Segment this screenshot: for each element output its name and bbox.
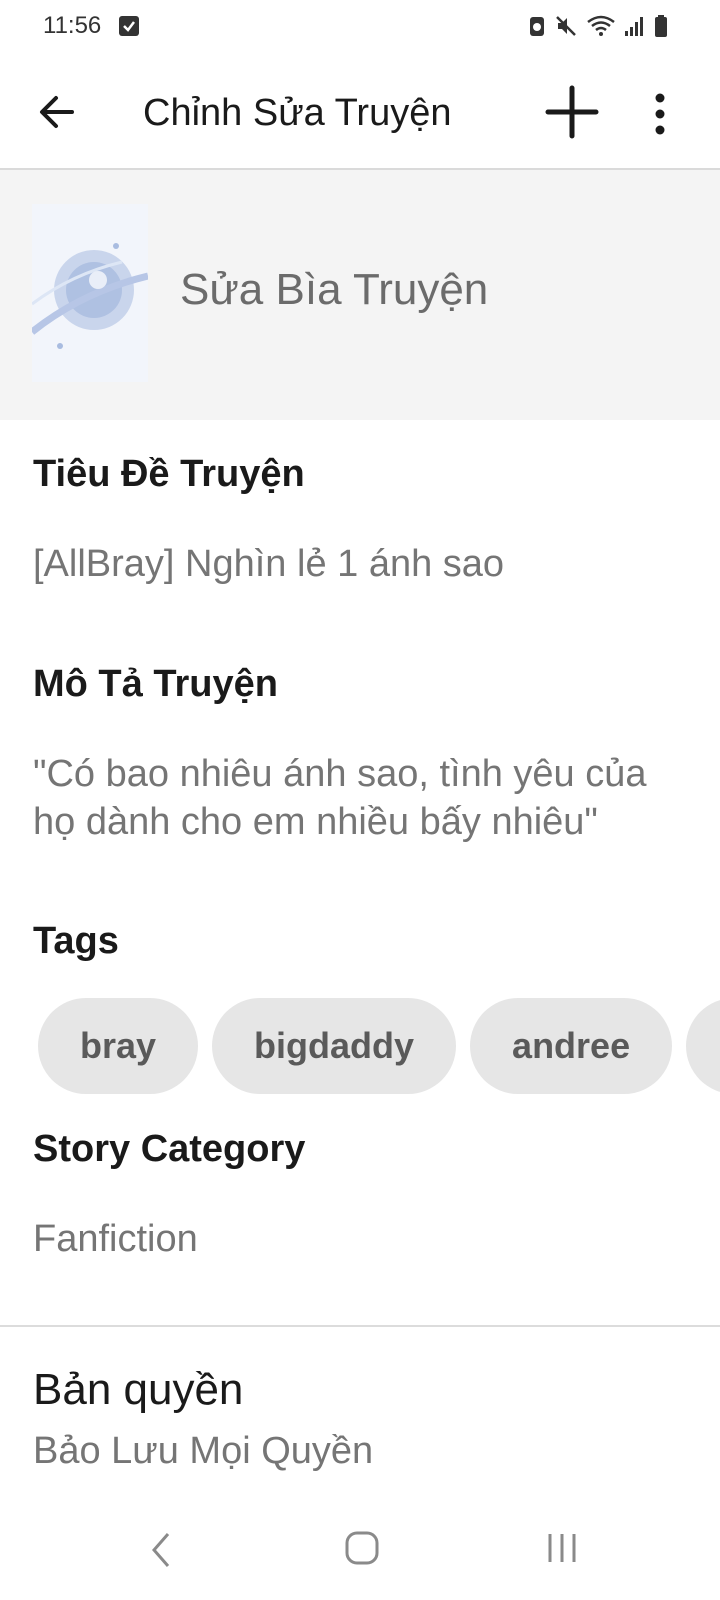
story-description-field[interactable]: "Có bao nhiêu ánh sao, tình yêu của họ d… xyxy=(33,750,693,846)
story-category-field[interactable]: Fanfiction xyxy=(33,1215,693,1263)
story-title-label: Tiêu Đề Truyện xyxy=(33,453,305,495)
nav-recents-icon[interactable] xyxy=(544,1530,580,1566)
story-category-label: Story Category xyxy=(33,1128,306,1170)
tag-chip[interactable]: bigdaddy xyxy=(212,998,457,1094)
status-time: 11:56 xyxy=(43,12,102,39)
divider xyxy=(0,1325,720,1327)
battery-icon xyxy=(654,14,668,43)
page-title: Chỉnh Sửa Truyện xyxy=(143,92,452,134)
more-options-icon[interactable] xyxy=(650,92,670,136)
tag-chip[interactable]: ca xyxy=(686,998,720,1094)
mute-icon xyxy=(554,14,578,43)
back-arrow-icon[interactable] xyxy=(32,86,84,138)
copyright-field[interactable]: Bảo Lưu Mọi Quyền xyxy=(33,1430,373,1473)
story-title-field[interactable]: [AllBray] Nghìn lẻ 1 ánh sao xyxy=(33,540,693,588)
tags-label: Tags xyxy=(33,920,119,962)
tag-chip[interactable]: bray xyxy=(38,998,199,1094)
wifi-icon xyxy=(586,14,616,43)
nav-home-icon[interactable] xyxy=(344,1530,380,1566)
status-bar: 11:56 xyxy=(0,0,720,56)
edit-cover-section[interactable]: Sửa Bìa Truyện xyxy=(0,170,720,420)
signal-icon xyxy=(624,14,646,43)
system-navigation-bar xyxy=(0,1500,720,1600)
tags-list[interactable]: braybigdaddyandreeca xyxy=(38,998,720,1094)
nav-back-icon[interactable] xyxy=(146,1530,176,1570)
app-bar: Chỉnh Sửa Truyện xyxy=(0,56,720,170)
copyright-label: Bản quyền xyxy=(33,1365,244,1414)
add-icon[interactable] xyxy=(544,84,600,140)
tag-chip[interactable]: andree xyxy=(470,998,673,1094)
story-description-label: Mô Tả Truyện xyxy=(33,663,278,705)
status-icons xyxy=(528,14,668,43)
cover-image xyxy=(32,204,148,382)
recycle-icon xyxy=(528,14,546,43)
notification-check-icon xyxy=(119,16,139,36)
edit-cover-label: Sửa Bìa Truyện xyxy=(180,265,489,314)
